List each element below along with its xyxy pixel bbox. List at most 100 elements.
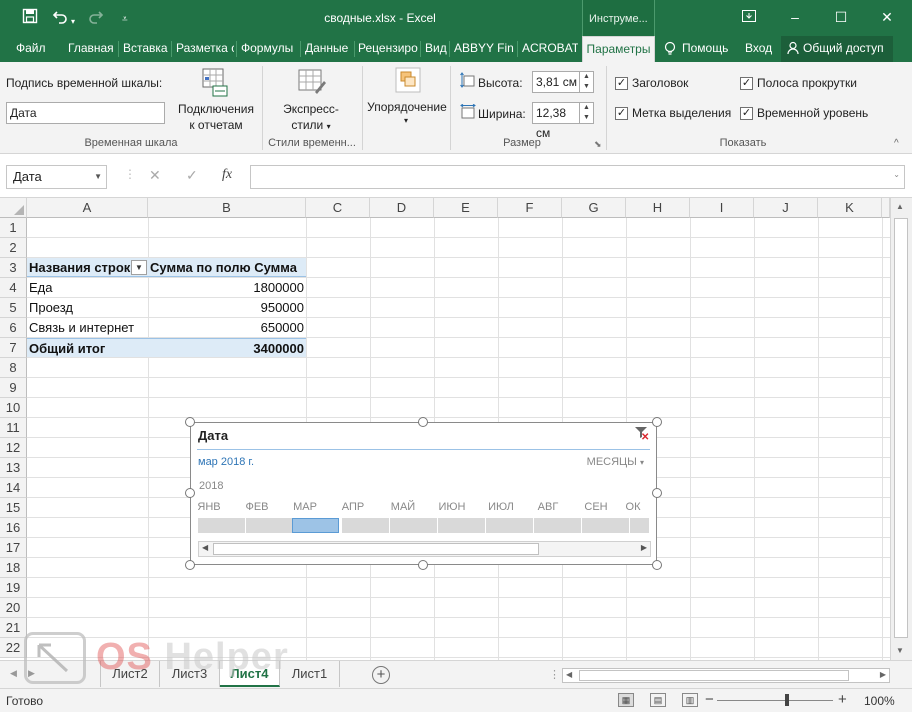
time-level-dropdown[interactable]: МЕСЯЦЫ ▾ bbox=[587, 456, 644, 468]
prev-sheet-icon[interactable]: ◀ bbox=[10, 668, 17, 679]
row-header[interactable]: 20 bbox=[0, 598, 27, 618]
timeline-period-bar[interactable] bbox=[534, 518, 581, 533]
formula-input[interactable]: ⌄ bbox=[250, 165, 905, 189]
maximize-icon[interactable]: ☐ bbox=[826, 6, 856, 28]
scroll-right-icon[interactable]: ▶ bbox=[641, 543, 647, 552]
pivot-row-label[interactable]: Еда bbox=[27, 278, 148, 297]
row-header[interactable]: 21 bbox=[0, 618, 27, 638]
timeline-period-bar[interactable] bbox=[198, 518, 245, 533]
timeline-period-bar[interactable] bbox=[390, 518, 437, 533]
clear-filter-icon[interactable]: ✕ bbox=[635, 427, 649, 443]
row-header[interactable]: 6 bbox=[0, 318, 27, 338]
column-header[interactable]: G bbox=[562, 198, 626, 218]
tab-insert[interactable]: Вставка bbox=[123, 36, 169, 62]
row-header[interactable]: 18 bbox=[0, 558, 27, 578]
resize-handle[interactable] bbox=[185, 488, 195, 498]
resize-handle[interactable] bbox=[652, 488, 662, 498]
column-header[interactable]: J bbox=[754, 198, 818, 218]
split-handle-icon[interactable]: ⋮ bbox=[549, 668, 560, 681]
tab-acrobat[interactable]: ACROBAT bbox=[522, 36, 578, 62]
scroll-right-icon[interactable]: ▶ bbox=[880, 670, 886, 679]
vertical-scrollbar[interactable]: ▲ ▼ bbox=[890, 198, 912, 660]
timeline-scroll-thumb[interactable] bbox=[213, 543, 539, 555]
show-scrollbar-checkbox[interactable]: ✓ bbox=[740, 77, 753, 90]
tab-page-layout[interactable]: Разметка с bbox=[176, 36, 234, 62]
timeline-period-bar[interactable] bbox=[582, 518, 629, 533]
column-header[interactable]: K bbox=[818, 198, 882, 218]
page-layout-view-icon[interactable]: ▤ bbox=[650, 693, 666, 707]
column-header[interactable]: I bbox=[690, 198, 754, 218]
row-header[interactable]: 17 bbox=[0, 538, 27, 558]
zoom-slider-thumb[interactable] bbox=[785, 694, 789, 706]
tab-abbyy[interactable]: ABBYY Fin bbox=[454, 36, 515, 62]
column-header[interactable]: D bbox=[370, 198, 434, 218]
height-input[interactable]: 3,81 см bbox=[532, 71, 580, 93]
column-header[interactable]: B bbox=[148, 198, 306, 218]
pivot-row-value[interactable]: 650000 bbox=[148, 318, 306, 337]
row-header[interactable]: 14 bbox=[0, 478, 27, 498]
tab-help[interactable]: Помощь bbox=[682, 36, 730, 62]
resize-handle[interactable] bbox=[652, 417, 662, 427]
scroll-up-icon[interactable]: ▲ bbox=[896, 202, 904, 211]
width-input[interactable]: 12,38 см bbox=[532, 102, 580, 140]
insert-function-icon[interactable]: fx bbox=[222, 167, 232, 183]
dialog-launcher-icon[interactable]: ⬊ bbox=[594, 139, 602, 150]
arrange-button[interactable]: Упорядочение ▾ bbox=[366, 64, 448, 130]
show-header-checkbox[interactable]: ✓ bbox=[615, 77, 628, 90]
collapse-ribbon-icon[interactable]: ^ bbox=[894, 138, 899, 149]
resize-handle[interactable] bbox=[185, 417, 195, 427]
column-header[interactable]: A bbox=[27, 198, 148, 218]
add-sheet-button[interactable]: + bbox=[372, 666, 390, 684]
timeline-scrollbar[interactable]: ◀ ▶ bbox=[198, 541, 651, 557]
zoom-out-icon[interactable]: − bbox=[705, 691, 714, 708]
tab-review[interactable]: Рецензиро bbox=[358, 36, 418, 62]
zoom-slider[interactable] bbox=[717, 700, 833, 701]
column-header[interactable]: H bbox=[626, 198, 690, 218]
tab-data[interactable]: Данные bbox=[305, 36, 351, 62]
row-header[interactable]: 15 bbox=[0, 498, 27, 518]
row-header[interactable]: 5 bbox=[0, 298, 27, 318]
scroll-left-icon[interactable]: ◀ bbox=[566, 670, 572, 679]
report-connections-button[interactable]: Подключения к отчетам bbox=[175, 68, 257, 134]
pivot-row-value[interactable]: 950000 bbox=[148, 298, 306, 317]
express-styles-button[interactable]: Экспресс- стили ▾ bbox=[270, 68, 352, 134]
pivot-row-label[interactable]: Связь и интернет bbox=[27, 318, 167, 337]
name-box[interactable]: Дата ▼ bbox=[6, 165, 107, 189]
show-time-level-checkbox[interactable]: ✓ bbox=[740, 107, 753, 120]
row-header[interactable]: 12 bbox=[0, 438, 27, 458]
height-spinner[interactable]: ▲ ▼ bbox=[580, 71, 594, 93]
tab-file[interactable]: Файл bbox=[16, 36, 48, 62]
row-header[interactable]: 10 bbox=[0, 398, 27, 418]
select-all-corner[interactable] bbox=[0, 198, 27, 218]
normal-view-icon[interactable]: ▦ bbox=[618, 693, 634, 707]
cancel-icon[interactable]: ✕ bbox=[149, 167, 161, 184]
resize-handle[interactable] bbox=[652, 560, 662, 570]
scroll-down-icon[interactable]: ▼ bbox=[896, 646, 904, 655]
horizontal-scroll-thumb[interactable] bbox=[579, 670, 849, 681]
zoom-in-icon[interactable]: + bbox=[838, 691, 847, 708]
pivot-row-value[interactable]: 1800000 bbox=[148, 278, 306, 297]
vertical-scroll-thumb[interactable] bbox=[894, 218, 908, 638]
zoom-level[interactable]: 100% bbox=[864, 694, 895, 708]
timeline-period-bar[interactable] bbox=[438, 518, 485, 533]
timeline-period-bar[interactable] bbox=[246, 518, 293, 533]
expand-formula-icon[interactable]: ⌄ bbox=[893, 170, 900, 179]
row-header[interactable]: 2 bbox=[0, 238, 27, 258]
row-header[interactable]: 7 bbox=[0, 338, 27, 358]
close-icon[interactable]: ✕ bbox=[872, 6, 902, 28]
pivot-row-labels-header[interactable]: Названия строк ▼ bbox=[27, 258, 148, 277]
row-header[interactable]: 4 bbox=[0, 278, 27, 298]
minimize-icon[interactable]: – bbox=[780, 6, 810, 28]
tab-home[interactable]: Главная bbox=[68, 36, 116, 62]
horizontal-scrollbar[interactable]: ◀ ▶ bbox=[562, 668, 890, 683]
filter-dropdown-icon[interactable]: ▼ bbox=[131, 260, 147, 275]
tab-formulas[interactable]: Формулы bbox=[241, 36, 297, 62]
chevron-down-icon[interactable]: ▼ bbox=[94, 166, 102, 188]
row-header[interactable]: 1 bbox=[0, 218, 27, 238]
enter-icon[interactable]: ✓ bbox=[186, 167, 198, 184]
tab-options[interactable]: Параметры bbox=[582, 36, 655, 62]
timeline-period-bar-selected[interactable] bbox=[292, 518, 339, 533]
row-header[interactable]: 22 bbox=[0, 638, 27, 658]
row-header[interactable]: 11 bbox=[0, 418, 27, 438]
resize-handle[interactable] bbox=[185, 560, 195, 570]
